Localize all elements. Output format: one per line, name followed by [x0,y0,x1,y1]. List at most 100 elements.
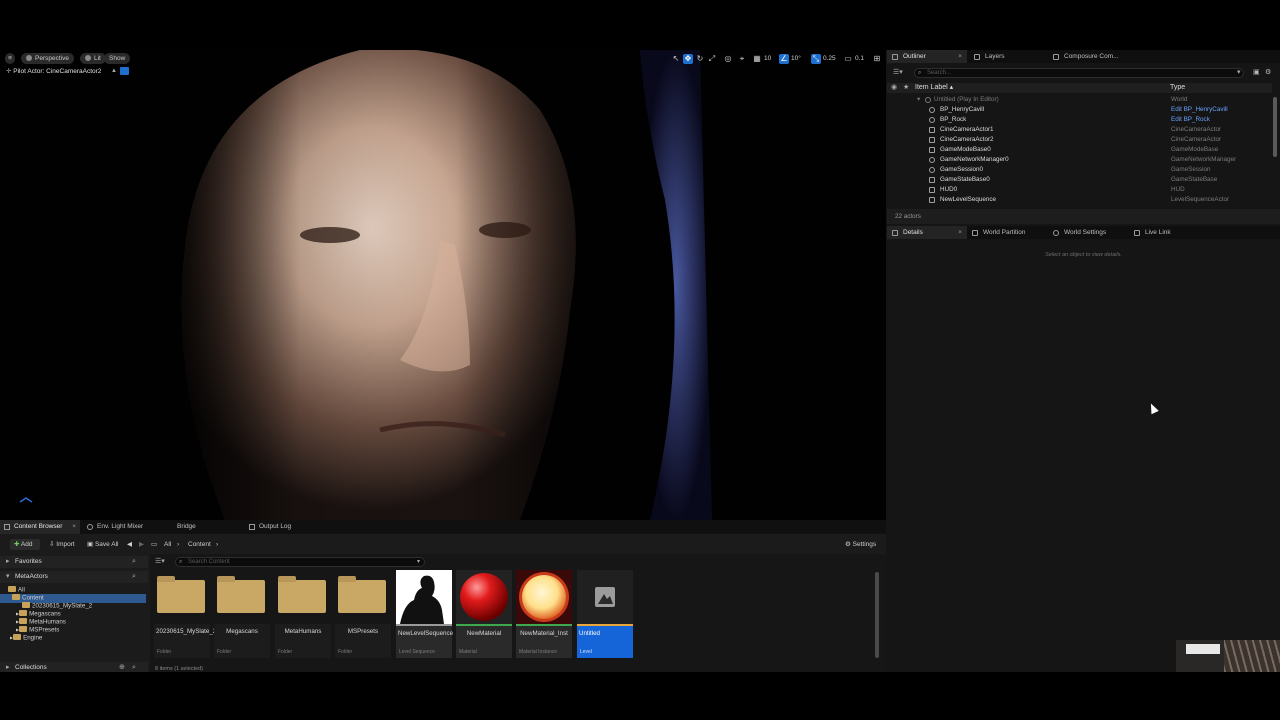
tab-outliner[interactable]: Outliner × [887,50,967,63]
metaactors-section[interactable]: ▾ MetaActors ⌕ [0,571,148,583]
tab-details[interactable]: Details × [887,226,967,239]
asset-tile-level-sequence[interactable]: NewLevelSequence Level Sequence [396,570,453,658]
rotation-snap-value[interactable]: 10° [791,54,801,64]
expand-icon[interactable]: ▾ [917,95,920,105]
viewport-layout-icon[interactable]: ⊞ [872,54,882,64]
level-viewport[interactable]: ≡ Perspective Lit Show ✛ Pilot Actor: Ci… [0,50,886,520]
edit-blueprint-link[interactable]: Edit BP_Rock [1171,115,1210,125]
asset-tile-material-instance[interactable]: NewMaterial_Inst Material Instance [516,570,572,658]
outliner-row[interactable]: CineCameraActor1 CineCameraActor [887,125,1272,135]
outliner-row[interactable]: NewLevelSequence LevelSequenceActor [887,195,1272,205]
visibility-icon[interactable]: ◉ [891,83,897,93]
outliner-row[interactable]: CineCameraActor2 CineCameraActor [887,135,1272,145]
folder-icon [19,610,28,616]
camera-speed-value[interactable]: 0.1 [855,54,864,64]
scale-icon[interactable]: ⤢ [707,54,717,64]
eject-icon[interactable]: ▲ [110,67,118,75]
history-forward-icon[interactable]: ▶ [139,539,144,550]
edit-blueprint-link[interactable]: Edit BP_HenryCavill [1171,105,1228,115]
tab-env-light-mixer[interactable]: Env. Light Mixer [83,520,163,534]
viewport-menu-button[interactable]: ≡ [5,53,15,64]
tab-bridge[interactable]: Bridge [163,520,243,534]
outliner-row[interactable]: ▾ Untitled (Play In Editor) World [887,95,1272,105]
outliner-search-input[interactable]: ⌕ Search... [914,68,1244,78]
chevron-down-icon[interactable]: ▾ [1237,68,1241,76]
content-browser-tabbar: Content Browser × Env. Light Mixer Bridge… [0,520,886,534]
rotation-snap-icon[interactable]: ∠ [779,54,789,64]
close-icon[interactable]: × [958,50,962,63]
filter-icon[interactable]: ☰▾ [893,68,903,76]
tab-output-log[interactable]: Output Log [245,520,325,534]
outliner-row[interactable]: GameStateBase0 GameStateBase [887,175,1272,185]
grid-snap-value[interactable]: 10 [764,54,771,64]
outliner-row[interactable]: HUD0 HUD [887,185,1272,195]
close-icon[interactable]: × [958,226,962,239]
save-all-button[interactable]: ▣ Save All [87,539,118,550]
type-column[interactable]: Type [1170,83,1185,93]
asset-tile-folder[interactable]: Megascans Folder [214,570,270,658]
chevron-down-icon[interactable]: ▾ [417,558,420,566]
folder-icon [19,618,28,624]
asset-tile-folder[interactable]: 20230615_MySlate_2 Folder [154,570,216,658]
camera-icon [929,127,935,133]
outliner-row[interactable]: GameSession0 GameSession [887,165,1272,175]
settings-button[interactable]: ⚙ Settings [845,539,876,550]
content-search-input[interactable]: ⌕ Search Content ▾ [175,557,425,567]
perspective-button[interactable]: Perspective [21,53,74,64]
scale-snap-value[interactable]: 0.25 [823,54,836,64]
world-space-icon[interactable]: ◎ [723,54,733,64]
outliner-row[interactable]: GameModeBase0 GameModeBase [887,145,1272,155]
world-partition-icon [972,230,978,236]
grid-snap-icon[interactable]: ▦ [752,54,762,64]
collections-section[interactable]: ▸ Collections ⊕ ⌕ [0,662,148,672]
tab-content-browser[interactable]: Content Browser × [0,520,80,534]
surface-snap-icon[interactable]: ⌖ [737,54,747,64]
asset-tile-level[interactable]: Untitled Level [577,570,633,658]
add-collection-icon[interactable]: ⊕ [119,662,125,672]
tab-world-partition[interactable]: World Partition [967,226,1047,239]
breadcrumb-all[interactable]: All [164,539,171,550]
search-icon[interactable]: ⌕ [132,556,136,568]
pencil-icon [892,230,898,236]
asset-tile-material[interactable]: NewMaterial Material [456,570,512,658]
import-button[interactable]: ⇩ Import [49,539,75,550]
scale-snap-icon[interactable]: ⤡ [811,54,821,64]
level-sequence-thumbnail [396,570,452,624]
tab-live-link[interactable]: Live Link [1129,226,1209,239]
asset-scrollbar[interactable] [875,572,879,658]
outliner-row[interactable]: BP_HenryCavill Edit BP_HenryCavill [887,105,1272,115]
tab-layers[interactable]: Layers [969,50,1049,63]
outliner-row[interactable]: GameNetworkManager0 GameNetworkManager [887,155,1272,165]
asset-tile-folder[interactable]: MSPresets Folder [335,570,391,658]
show-button[interactable]: Show [104,53,131,64]
history-back-icon[interactable]: ◀ [127,539,132,550]
sequence-icon [929,197,935,203]
add-button[interactable]: ✚ Add [10,539,40,550]
close-icon[interactable]: × [72,520,76,534]
folder-icon[interactable]: ▭ [151,539,157,550]
hud-icon [929,187,935,193]
favorites-section[interactable]: ▸ Favorites ⌕ [0,556,148,568]
lit-button[interactable]: Lit [80,53,106,64]
rotate-icon[interactable]: ↻ [695,54,705,64]
outliner-row[interactable]: BP_Rock Edit BP_Rock [887,115,1272,125]
details-tabbar: Details × World Partition World Settings … [887,226,1280,239]
breadcrumb-content[interactable]: Content [188,539,211,550]
tab-composure[interactable]: Composure Com... [1048,50,1148,63]
add-folder-icon[interactable]: ▣ [1253,68,1260,76]
pilot-camera-toggle[interactable] [120,67,129,75]
camera-speed-icon[interactable]: ▭ [843,54,853,64]
outliner-scrollbar[interactable] [1273,97,1277,157]
search-icon[interactable]: ⌕ [132,662,136,672]
pin-icon[interactable]: ★ [903,83,909,93]
tree-item-engine[interactable]: ▸ Engine [10,634,42,643]
filter-icon[interactable]: ☰▾ [155,557,165,565]
search-icon[interactable]: ⌕ [132,571,136,583]
item-label-column[interactable]: Item Label ▴ [915,83,953,93]
settings-icon[interactable]: ⚙ [1265,68,1271,76]
asset-tile-folder[interactable]: MetaHumans Folder [275,570,331,658]
collapse-icon: ▾ [6,573,10,580]
tab-world-settings[interactable]: World Settings [1048,226,1128,239]
select-mode-icon[interactable]: ↖ [671,54,681,64]
translate-icon[interactable]: ✥ [683,54,693,64]
